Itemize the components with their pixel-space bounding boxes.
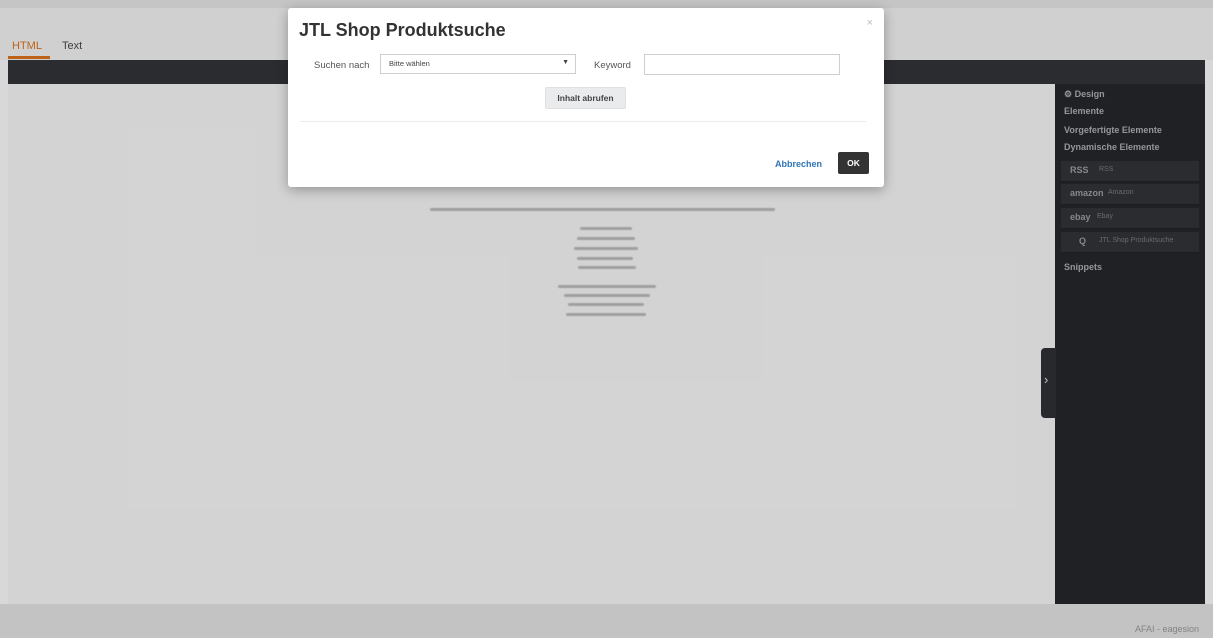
search-by-select[interactable]: Bitte wählen ▼ (380, 54, 576, 74)
close-icon[interactable]: × (867, 17, 873, 29)
cancel-button[interactable]: Abbrechen (775, 159, 822, 169)
modal-title: JTL Shop Produktsuche (299, 20, 506, 40)
product-search-modal: JTL Shop Produktsuche × Suchen nach Bitt… (288, 8, 884, 187)
search-by-selected-value: Bitte wählen (389, 59, 430, 68)
keyword-input[interactable] (644, 54, 840, 75)
ok-button[interactable]: OK (838, 152, 869, 174)
modal-divider (300, 121, 866, 122)
fetch-content-button[interactable]: Inhalt abrufen (545, 87, 626, 109)
search-by-label: Suchen nach (314, 60, 370, 71)
keyword-label: Keyword (594, 60, 631, 71)
caret-down-icon: ▼ (562, 59, 569, 66)
